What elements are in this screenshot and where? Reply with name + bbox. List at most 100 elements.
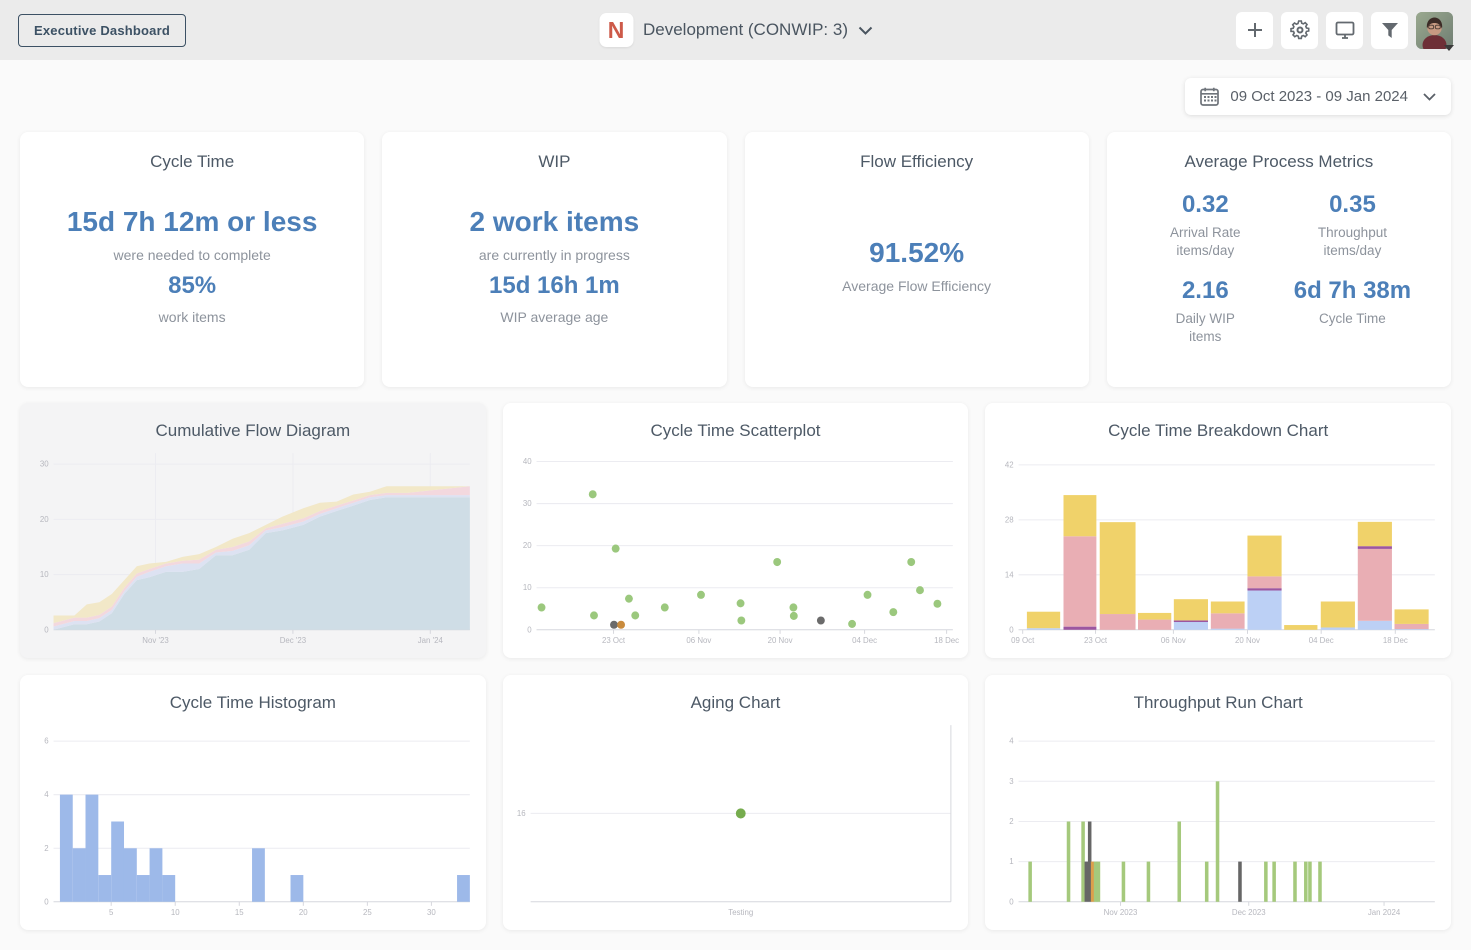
board-selector[interactable]: N Development (CONWIP: 3)	[599, 13, 872, 47]
svg-text:Dec 2023: Dec 2023	[1232, 908, 1266, 917]
svg-text:0: 0	[44, 625, 49, 634]
settings-button[interactable]	[1281, 12, 1318, 49]
card-title: Flow Efficiency	[745, 152, 1089, 172]
cycle-time-caption2: work items	[159, 309, 226, 325]
apm-grid: 0.32 Arrival Rate items/day 0.35 Through…	[1107, 172, 1451, 387]
wip-values: 2 work items are currently in progress 1…	[382, 172, 726, 387]
plus-icon	[1246, 21, 1264, 39]
wip-card[interactable]: WIP 2 work items are currently in progre…	[382, 132, 726, 387]
svg-text:40: 40	[523, 457, 532, 466]
cumulative-flow-diagram-chart[interactable]: 0102030Nov '23Dec '23Jan '24	[24, 445, 482, 652]
avatar-caret-icon	[1444, 45, 1454, 51]
chevron-down-icon	[858, 26, 872, 35]
throughput-run-chart-card[interactable]: Throughput Run Chart 01234Nov 2023Dec 20…	[985, 675, 1451, 930]
cycle-time-values: 15d 7h 12m or less were needed to comple…	[20, 172, 364, 387]
filter-icon	[1381, 22, 1399, 39]
flow-efficiency-card[interactable]: Flow Efficiency 91.52% Average Flow Effi…	[745, 132, 1089, 387]
svg-text:18 Dec: 18 Dec	[934, 636, 959, 645]
apm-label: Daily WIP	[1176, 311, 1235, 326]
executive-dashboard-button[interactable]: Executive Dashboard	[18, 14, 186, 47]
chart-title: Cycle Time Breakdown Chart	[989, 421, 1447, 441]
monitor-icon	[1335, 21, 1355, 39]
average-process-metrics-card[interactable]: Average Process Metrics 0.32 Arrival Rat…	[1107, 132, 1451, 387]
user-avatar[interactable]	[1416, 12, 1453, 49]
calendar-icon	[1200, 87, 1219, 106]
svg-text:Testing: Testing	[728, 908, 753, 917]
gear-icon	[1290, 20, 1310, 40]
apm-arrival-rate: 0.32 Arrival Rate items/day	[1135, 191, 1276, 260]
svg-text:1: 1	[1010, 857, 1015, 866]
svg-text:Nov '23: Nov '23	[142, 636, 169, 645]
apm-label2: items	[1189, 329, 1221, 344]
apm-cycle-time: 6d 7h 38m Cycle Time	[1282, 277, 1423, 346]
charts-grid: Cumulative Flow Diagram 0102030Nov '23De…	[0, 387, 1471, 950]
svg-text:6: 6	[44, 737, 49, 746]
svg-text:25: 25	[363, 908, 372, 917]
svg-text:20 Nov: 20 Nov	[1235, 636, 1260, 645]
cumulative-flow-diagram-card[interactable]: Cumulative Flow Diagram 0102030Nov '23De…	[20, 403, 486, 658]
svg-text:Nov 2023: Nov 2023	[1104, 908, 1138, 917]
apm-daily-wip: 2.16 Daily WIP items	[1135, 277, 1276, 346]
cycle-time-scatterplot-card[interactable]: Cycle Time Scatterplot 01020304023 Oct06…	[503, 403, 969, 658]
card-title: Average Process Metrics	[1107, 152, 1451, 172]
svg-text:06 Nov: 06 Nov	[686, 636, 711, 645]
apm-label: Cycle Time	[1319, 311, 1386, 326]
svg-text:0: 0	[1010, 897, 1015, 906]
aging-chart-card[interactable]: Aging Chart 16Testing	[503, 675, 969, 930]
topbar-actions	[1236, 12, 1453, 49]
svg-text:2: 2	[1010, 817, 1015, 826]
svg-text:23 Oct: 23 Oct	[602, 636, 626, 645]
svg-text:15: 15	[235, 908, 244, 917]
throughput-run-chart[interactable]: 01234Nov 2023Dec 2023Jan 2024	[989, 717, 1447, 924]
cycle-time-scatterplot-chart[interactable]: 01020304023 Oct06 Nov20 Nov04 Dec18 Dec	[507, 445, 965, 652]
svg-text:04 Dec: 04 Dec	[1309, 636, 1334, 645]
svg-text:20: 20	[40, 515, 49, 524]
topbar: Executive Dashboard N Development (CONWI…	[0, 0, 1471, 60]
svg-text:30: 30	[523, 499, 532, 508]
svg-text:20: 20	[523, 541, 532, 550]
chart-title: Aging Chart	[507, 693, 965, 713]
display-mode-button[interactable]	[1326, 12, 1363, 49]
svg-text:42: 42	[1005, 460, 1014, 469]
card-title: Cycle Time	[20, 152, 364, 172]
wip-caption2: WIP average age	[500, 309, 608, 325]
svg-text:4: 4	[1010, 737, 1015, 746]
cycle-time-breakdown-card[interactable]: Cycle Time Breakdown Chart 014284209 Oct…	[985, 403, 1451, 658]
chart-title: Cycle Time Histogram	[24, 693, 482, 713]
chart-title: Cumulative Flow Diagram	[24, 421, 482, 441]
wip-value: 2 work items	[470, 206, 640, 238]
svg-text:20: 20	[299, 908, 308, 917]
filter-button[interactable]	[1371, 12, 1408, 49]
cycle-time-card[interactable]: Cycle Time 15d 7h 12m or less were neede…	[20, 132, 364, 387]
apm-value: 2.16	[1135, 277, 1276, 305]
svg-text:4: 4	[44, 790, 49, 799]
flow-efficiency-value: 91.52%	[869, 237, 964, 269]
cycle-time-histogram-card[interactable]: Cycle Time Histogram 024651015202530	[20, 675, 486, 930]
wip-average-age: 15d 16h 1m	[489, 272, 620, 300]
cycle-time-value: 15d 7h 12m or less	[67, 206, 318, 238]
apm-value: 0.32	[1135, 191, 1276, 219]
add-widget-button[interactable]	[1236, 12, 1273, 49]
svg-text:5: 5	[109, 908, 114, 917]
svg-text:Jan 2024: Jan 2024	[1368, 908, 1401, 917]
flow-efficiency-caption: Average Flow Efficiency	[842, 278, 991, 294]
svg-text:18 Dec: 18 Dec	[1383, 636, 1408, 645]
apm-label2: items/day	[1176, 243, 1234, 258]
svg-text:09 Oct: 09 Oct	[1011, 636, 1035, 645]
aging-chart[interactable]: 16Testing	[507, 717, 965, 924]
svg-text:Dec '23: Dec '23	[280, 636, 307, 645]
board-name: Development (CONWIP: 3)	[643, 20, 848, 40]
cycle-time-breakdown-chart[interactable]: 014284209 Oct23 Oct06 Nov20 Nov04 Dec18 …	[989, 445, 1447, 652]
apm-label: Arrival Rate	[1170, 225, 1241, 240]
svg-text:2: 2	[44, 844, 49, 853]
svg-text:30: 30	[427, 908, 436, 917]
svg-text:06 Nov: 06 Nov	[1161, 636, 1186, 645]
svg-text:20 Nov: 20 Nov	[767, 636, 792, 645]
date-range-picker[interactable]: 09 Oct 2023 - 09 Jan 2024	[1185, 78, 1451, 115]
svg-text:28: 28	[1005, 515, 1014, 524]
cycle-time-histogram-chart[interactable]: 024651015202530	[24, 717, 482, 924]
metrics-row: Cycle Time 15d 7h 12m or less were neede…	[0, 115, 1471, 387]
date-range-text: 09 Oct 2023 - 09 Jan 2024	[1230, 88, 1408, 105]
apm-label: Throughput	[1318, 225, 1387, 240]
chart-title: Throughput Run Chart	[989, 693, 1447, 713]
